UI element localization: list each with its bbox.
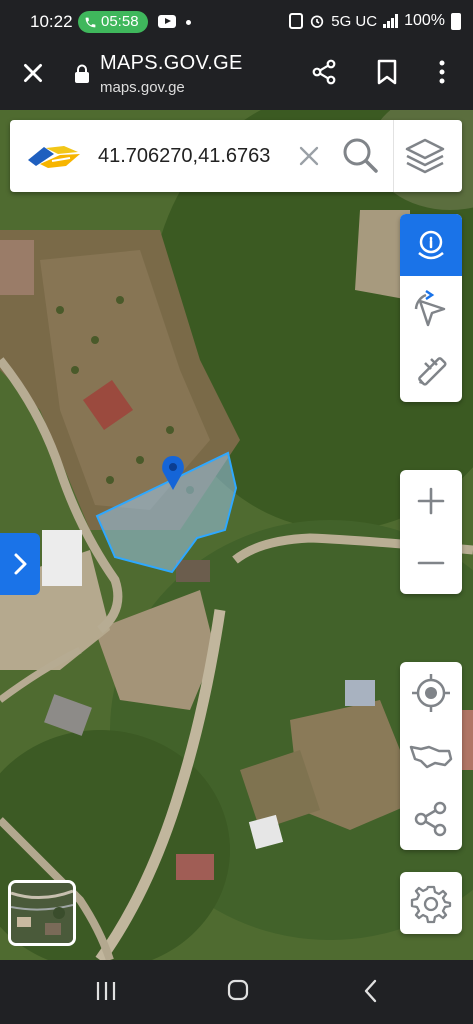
- notification-dot: [186, 20, 191, 25]
- share-icon[interactable]: [310, 58, 338, 86]
- recent-apps-icon[interactable]: [94, 980, 118, 1002]
- status-icons: 5G UC 100%: [289, 12, 461, 30]
- share-icon: [414, 801, 447, 837]
- search-icon[interactable]: [340, 135, 380, 175]
- location-panel: [400, 662, 462, 850]
- zoom-in-button[interactable]: [400, 470, 462, 532]
- gear-icon: [410, 885, 452, 924]
- my-location-button[interactable]: [400, 662, 462, 724]
- zoom-out-button[interactable]: [400, 532, 462, 594]
- battery-icon: [451, 12, 461, 30]
- zoom-out-icon: [417, 561, 445, 565]
- expand-panel-button[interactable]: [0, 533, 40, 595]
- country-extent-button[interactable]: [400, 725, 462, 787]
- close-icon[interactable]: [20, 60, 46, 86]
- layers-icon[interactable]: [403, 134, 447, 178]
- zoom-panel: [400, 470, 462, 594]
- chevron-right-icon: [14, 553, 27, 575]
- battery-label: 100%: [404, 12, 445, 29]
- bookmark-icon[interactable]: [374, 58, 400, 86]
- call-timer-badge[interactable]: 05:58: [78, 11, 148, 33]
- measure-icon: [418, 357, 447, 386]
- clear-icon[interactable]: [296, 143, 322, 169]
- app-logo[interactable]: [26, 142, 82, 170]
- info-button[interactable]: [400, 214, 462, 276]
- measure-button[interactable]: [400, 340, 462, 402]
- home-icon[interactable]: [226, 978, 250, 1002]
- youtube-icon: [158, 15, 176, 28]
- more-menu-icon[interactable]: [430, 59, 454, 85]
- browser-toolbar: MAPS.GOV.GE maps.gov.ge: [0, 44, 473, 110]
- phone-icon: [85, 17, 96, 27]
- search-divider: [393, 120, 394, 192]
- basemap-thumbnail: [11, 883, 73, 943]
- lock-icon: [75, 64, 89, 83]
- clock: 10:22: [30, 12, 73, 31]
- my-location-icon: [412, 674, 450, 712]
- info-pin-icon: [418, 230, 444, 260]
- georgia-map-icon: [409, 745, 453, 769]
- page-title: MAPS.GOV.GE: [100, 52, 243, 74]
- tool-panel: [400, 214, 462, 402]
- compass-button[interactable]: [400, 277, 462, 339]
- basemap-toggle[interactable]: [8, 880, 76, 946]
- zoom-in-icon: [417, 487, 445, 515]
- status-bar: 10:22 05:58 5G UC 100%: [0, 0, 473, 44]
- signal-icon: [383, 14, 399, 28]
- back-icon[interactable]: [360, 978, 382, 1004]
- share-map-button[interactable]: [400, 788, 462, 850]
- call-timer: 05:58: [101, 13, 139, 30]
- alarm-icon: [311, 15, 324, 28]
- system-navigation-bar: [0, 960, 473, 1024]
- settings-panel: [400, 872, 462, 934]
- search-bar: [10, 120, 462, 192]
- alarm-lock-icon: [289, 13, 304, 29]
- network-label: 5G UC: [331, 12, 378, 30]
- settings-button[interactable]: [400, 872, 462, 934]
- compass-icon: [414, 289, 446, 327]
- coordinate-search-input[interactable]: [98, 140, 294, 172]
- page-url[interactable]: maps.gov.ge: [100, 79, 185, 96]
